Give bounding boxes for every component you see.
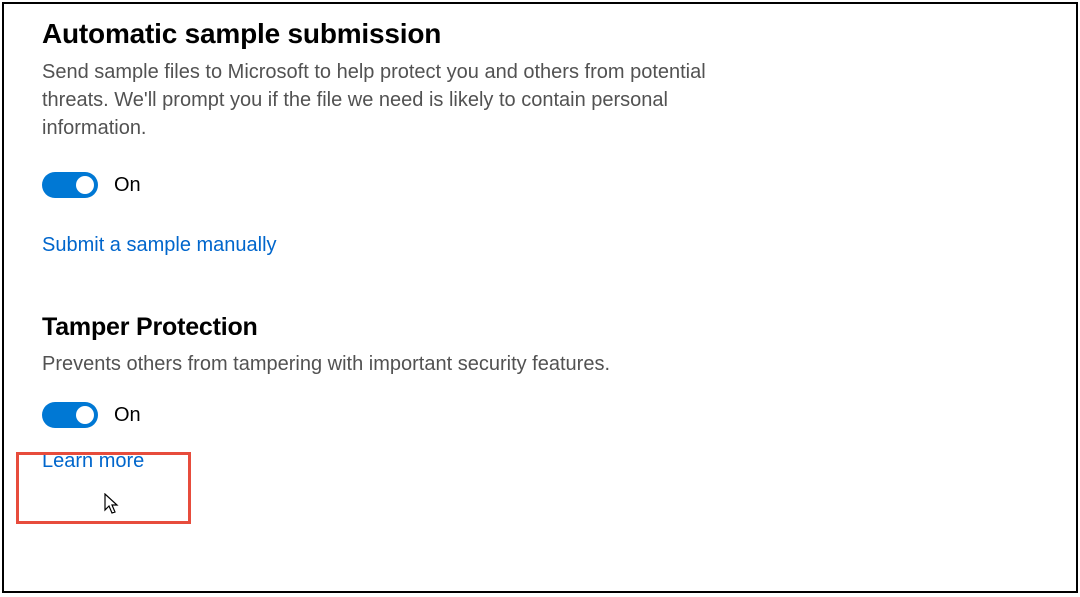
tamper-protection-description: Prevents others from tampering with impo… (42, 350, 762, 378)
toggle-knob (76, 176, 94, 194)
submit-sample-link[interactable]: Submit a sample manually (42, 234, 277, 257)
sample-submission-toggle[interactable] (42, 172, 98, 198)
sample-submission-toggle-row: On (42, 172, 1038, 198)
tamper-protection-toggle-label: On (114, 404, 141, 427)
sample-submission-title: Automatic sample submission (42, 18, 1038, 50)
tamper-protection-section: Tamper Protection Prevents others from t… (42, 313, 1038, 473)
sample-submission-description: Send sample files to Microsoft to help p… (42, 58, 762, 142)
cursor-icon (103, 493, 121, 517)
toggle-knob (76, 406, 94, 424)
tamper-protection-toggle[interactable] (42, 402, 98, 428)
sample-submission-toggle-label: On (114, 174, 141, 197)
tamper-protection-toggle-row: On (42, 402, 1038, 428)
settings-panel: Automatic sample submission Send sample … (2, 2, 1078, 593)
learn-more-link[interactable]: Learn more (42, 450, 144, 473)
sample-submission-section: Automatic sample submission Send sample … (42, 18, 1038, 257)
tamper-protection-title: Tamper Protection (42, 313, 1038, 342)
